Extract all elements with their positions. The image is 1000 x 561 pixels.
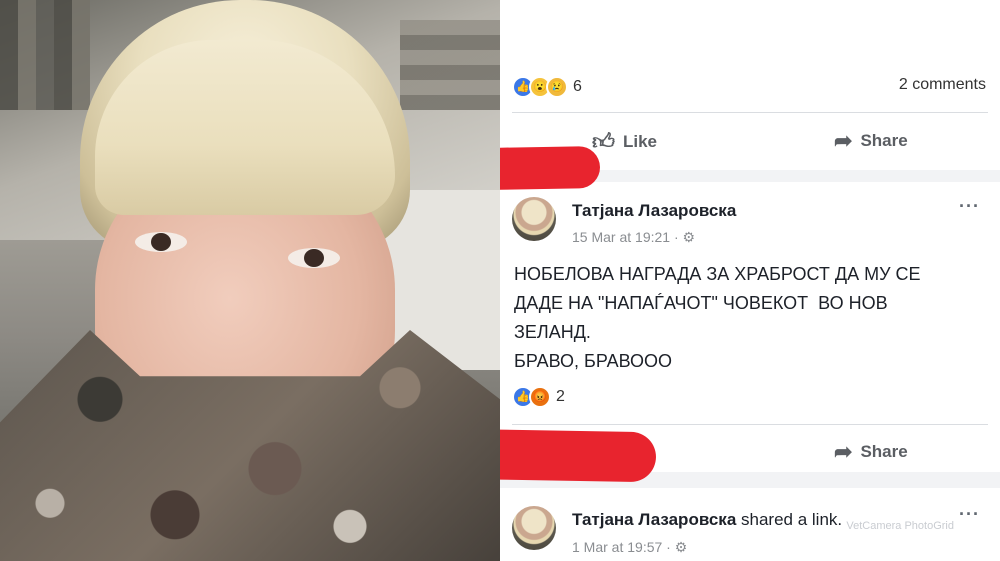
sad-icon: 😢 [546,76,568,98]
like-label: Like [623,131,658,151]
reactions-summary[interactable]: 👍 😡 2 [512,386,565,408]
facebook-feed: 👍 😮 😢 6 2 comments 👍︎ Like ➦ Share Татја… [500,0,1000,561]
photo-eye-left [135,232,187,252]
post-card: 👍 😮 😢 6 2 comments 👍︎ Like ➦ Share [500,0,1000,170]
avatar[interactable] [512,506,556,550]
redaction-mark [500,145,601,193]
redaction-mark [500,427,657,483]
post-text-line: ЗЕЛАНД. [514,322,591,342]
divider [512,112,988,113]
reactions-summary[interactable]: 👍 😮 😢 6 [512,76,582,98]
reaction-count: 2 [556,388,565,405]
share-icon: ➦ [834,439,853,464]
share-icon: ➦ [834,128,853,153]
pixelated-area [400,20,500,110]
reaction-count: 6 [573,78,582,95]
share-button[interactable]: ➦ Share [834,439,908,465]
watermark: VetCamera PhotoGrid [846,520,954,532]
like-button[interactable]: 👍︎ Like [592,128,657,155]
post-timestamp[interactable]: 1 Mar at 19:57 · ⚙ [572,539,687,556]
post-author[interactable]: Татјана Лазаровска shared a link. [572,510,842,530]
angry-icon: 😡 [529,386,551,408]
more-options-icon[interactable]: ··· [959,196,980,217]
comments-count[interactable]: 2 comments [899,76,986,94]
thumbs-up-icon: 👍︎ [592,129,615,154]
share-label: Share [860,442,908,461]
avatar[interactable] [512,197,556,241]
post-author[interactable]: Татјана Лазаровска [572,201,736,221]
shared-link-text: shared a link. [736,510,843,529]
photo-eye-right [288,248,340,268]
post-text-line: НОБЕЛОВА НАГРАДА ЗА ХРАБРОСТ ДА МУ СЕ [514,264,921,284]
post-text-line: БРАВО, БРАВООО [514,351,673,371]
share-button[interactable]: ➦ Share [834,128,908,154]
post-text: НОБЕЛОВА НАГРАДА ЗА ХРАБРОСТ ДА МУ СЕ ДА… [514,260,984,376]
share-label: Share [860,131,908,150]
divider [512,424,988,425]
profile-photo [0,0,500,561]
more-options-icon[interactable]: ··· [959,504,980,525]
post-author-name: Татјана Лазаровска [572,510,737,529]
pixelated-area [0,0,90,110]
post-timestamp[interactable]: 15 Mar at 19:21 · ⚙ [572,229,695,246]
post-text-line: ДАДЕ НА "НАПАЃАЧОТ" ЧОВЕКОТ ВО НОВ [514,293,888,313]
